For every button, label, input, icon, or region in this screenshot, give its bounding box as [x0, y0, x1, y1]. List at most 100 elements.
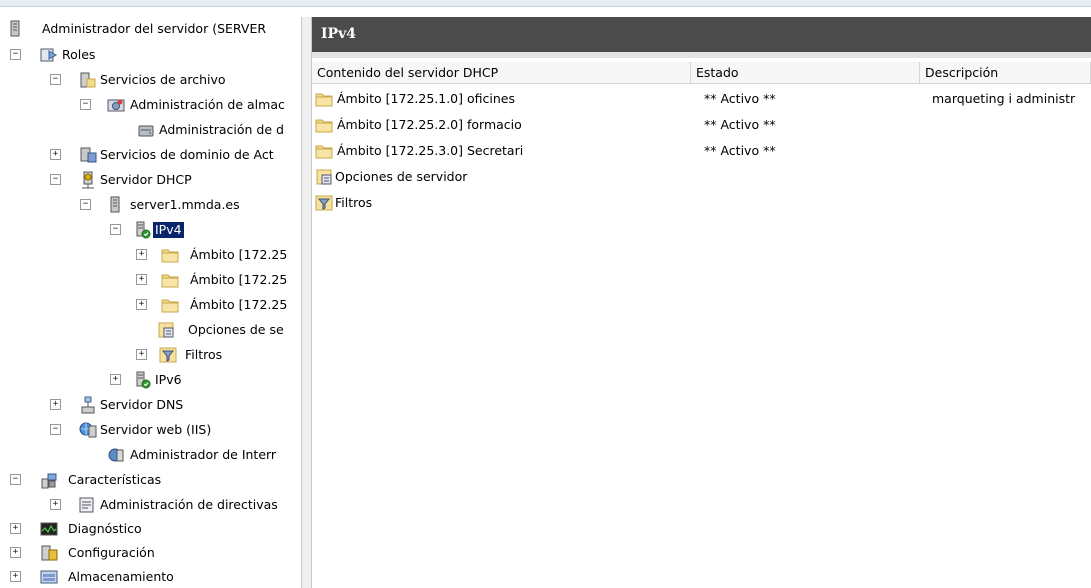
- tree-label-ipv6: IPv6: [155, 372, 182, 387]
- tree-node-scope3[interactable]: + Ámbito [172.25: [0, 293, 301, 317]
- tree-node-server-options[interactable]: Opciones de se: [0, 318, 301, 342]
- column-header-status[interactable]: Estado: [691, 62, 920, 84]
- tree-label-scope1: Ámbito [172.25: [190, 247, 288, 262]
- tree-label-server1: server1.mmda.es: [130, 197, 240, 212]
- list-row-filters[interactable]: Filtros: [312, 191, 1091, 217]
- collapse-icon[interactable]: −: [10, 474, 21, 485]
- storage-icon: [40, 568, 58, 586]
- expand-icon[interactable]: +: [10, 571, 21, 582]
- collapse-icon[interactable]: −: [50, 74, 61, 85]
- folder-icon: [315, 116, 333, 134]
- column-header-content[interactable]: Contenido del servidor DHCP: [312, 62, 691, 84]
- file-services-icon: [79, 71, 97, 89]
- row-status: ** Activo **: [704, 143, 776, 158]
- tree-node-ipv4[interactable]: − IPv4: [0, 218, 301, 242]
- tree-label-root: Administrador del servidor (SERVER: [42, 21, 267, 36]
- roles-icon: [40, 46, 58, 64]
- collapse-icon[interactable]: −: [50, 174, 61, 185]
- tree-label-roles: Roles: [62, 47, 96, 62]
- list-row-scope3[interactable]: Ámbito [172.25.3.0] Secretari ** Activo …: [312, 139, 1091, 165]
- list-row-scope1[interactable]: Ámbito [172.25.1.0] oficines ** Activo *…: [312, 87, 1091, 113]
- features-icon: [40, 471, 58, 489]
- tree-label-scope2: Ámbito [172.25: [190, 272, 288, 287]
- tree-node-configuration[interactable]: + Configuración: [0, 541, 301, 565]
- tree-node-iis-manager[interactable]: Administrador de Interr: [0, 443, 301, 467]
- domain-services-icon: [79, 146, 97, 164]
- expand-icon[interactable]: +: [50, 499, 61, 510]
- row-name: Ámbito [172.25.3.0] Secretari: [337, 143, 524, 158]
- tree-node-scope1[interactable]: + Ámbito [172.25: [0, 243, 301, 267]
- window-top-strip: [0, 0, 1091, 7]
- folder-icon: [161, 271, 179, 289]
- tree-label-filters: Filtros: [185, 347, 223, 362]
- expand-icon[interactable]: +: [10, 547, 21, 558]
- expand-icon[interactable]: +: [136, 249, 147, 260]
- row-name: Ámbito [172.25.1.0] oficines: [337, 91, 515, 106]
- tree-node-domain-services[interactable]: + Servicios de dominio de Act: [0, 143, 301, 167]
- tree-label-dns-server: Servidor DNS: [100, 397, 184, 412]
- row-name: Ámbito [172.25.2.0] formacio: [337, 117, 522, 132]
- expand-icon[interactable]: +: [10, 523, 21, 534]
- expand-icon[interactable]: +: [136, 299, 147, 310]
- tree-node-filters[interactable]: + Filtros: [0, 343, 301, 367]
- console-tree[interactable]: Administrador del servidor (SERVER − Rol…: [0, 17, 301, 588]
- tree-label-scope3: Ámbito [172.25: [190, 297, 288, 312]
- tree-node-features[interactable]: − Características: [0, 468, 301, 492]
- collapse-icon[interactable]: −: [80, 199, 91, 210]
- expand-icon[interactable]: +: [50, 399, 61, 410]
- details-list[interactable]: Contenido del servidor DHCP Estado Descr…: [312, 52, 1091, 588]
- tree-node-root[interactable]: Administrador del servidor (SERVER: [0, 17, 301, 41]
- column-header-description[interactable]: Descripción: [920, 62, 1091, 84]
- row-description: marqueting i administr: [932, 91, 1076, 106]
- expand-icon[interactable]: +: [136, 349, 147, 360]
- expand-icon[interactable]: +: [136, 274, 147, 285]
- tree-node-diagnostics[interactable]: + Diagnóstico: [0, 517, 301, 541]
- row-name: Opciones de servidor: [335, 169, 468, 184]
- tree-label-diagnostics: Diagnóstico: [68, 521, 142, 536]
- tree-node-scope2[interactable]: + Ámbito [172.25: [0, 268, 301, 292]
- tree-label-storage-admin: Administración de almac: [130, 97, 285, 112]
- tree-node-storage[interactable]: + Almacenamiento: [0, 565, 301, 588]
- tree-label-iis-manager: Administrador de Interr: [130, 447, 277, 462]
- dhcp-server-icon: [79, 171, 97, 189]
- ipv4-icon: [134, 221, 152, 239]
- list-row-scope2[interactable]: Ámbito [172.25.2.0] formacio ** Activo *…: [312, 113, 1091, 139]
- tree-node-dns-server[interactable]: + Servidor DNS: [0, 393, 301, 417]
- collapse-icon[interactable]: −: [110, 224, 121, 235]
- tree-node-ipv6[interactable]: + IPv6: [0, 368, 301, 392]
- expand-icon[interactable]: +: [110, 374, 121, 385]
- policy-admin-icon: [78, 496, 96, 514]
- configuration-icon: [40, 544, 58, 562]
- server-icon: [107, 196, 125, 214]
- tree-node-roles[interactable]: − Roles: [0, 43, 301, 67]
- storage-admin-icon: [107, 96, 125, 114]
- tree-node-file-services[interactable]: − Servicios de archivo: [0, 68, 301, 92]
- tree-node-dhcp-server[interactable]: − Servidor DHCP: [0, 168, 301, 192]
- diagnostics-icon: [40, 520, 58, 538]
- tree-label-web-server: Servidor web (IIS): [100, 422, 212, 437]
- row-status: ** Activo **: [704, 91, 776, 106]
- collapse-icon[interactable]: −: [50, 424, 61, 435]
- server-manager-icon: [7, 20, 25, 38]
- server-options-icon: [157, 321, 175, 339]
- details-title: IPv4: [321, 26, 356, 42]
- tree-label-server-options: Opciones de se: [188, 322, 284, 337]
- tree-label-features: Características: [68, 472, 162, 487]
- expand-icon[interactable]: +: [50, 149, 61, 160]
- tree-label-policy-admin: Administración de directivas: [100, 497, 278, 512]
- tree-node-storage-admin[interactable]: − Administración de almac: [0, 93, 301, 117]
- tree-node-policy-admin[interactable]: + Administración de directivas: [0, 493, 301, 517]
- disk-icon: [137, 121, 155, 139]
- list-row-server-options[interactable]: Opciones de servidor: [312, 165, 1091, 191]
- tree-node-storage-admin-child[interactable]: Administración de d: [0, 118, 301, 142]
- pane-splitter[interactable]: [301, 17, 312, 588]
- filter-icon: [315, 194, 333, 212]
- tree-label-storage: Almacenamiento: [68, 569, 174, 584]
- collapse-icon[interactable]: −: [10, 49, 21, 60]
- collapse-icon[interactable]: −: [80, 99, 91, 110]
- tree-label-storage-admin-child: Administración de d: [159, 122, 284, 137]
- tree-node-web-server[interactable]: − Servidor web (IIS): [0, 418, 301, 442]
- tree-node-server1[interactable]: − server1.mmda.es: [0, 193, 301, 217]
- tree-label-ipv4: IPv4: [153, 222, 184, 238]
- folder-icon: [161, 296, 179, 314]
